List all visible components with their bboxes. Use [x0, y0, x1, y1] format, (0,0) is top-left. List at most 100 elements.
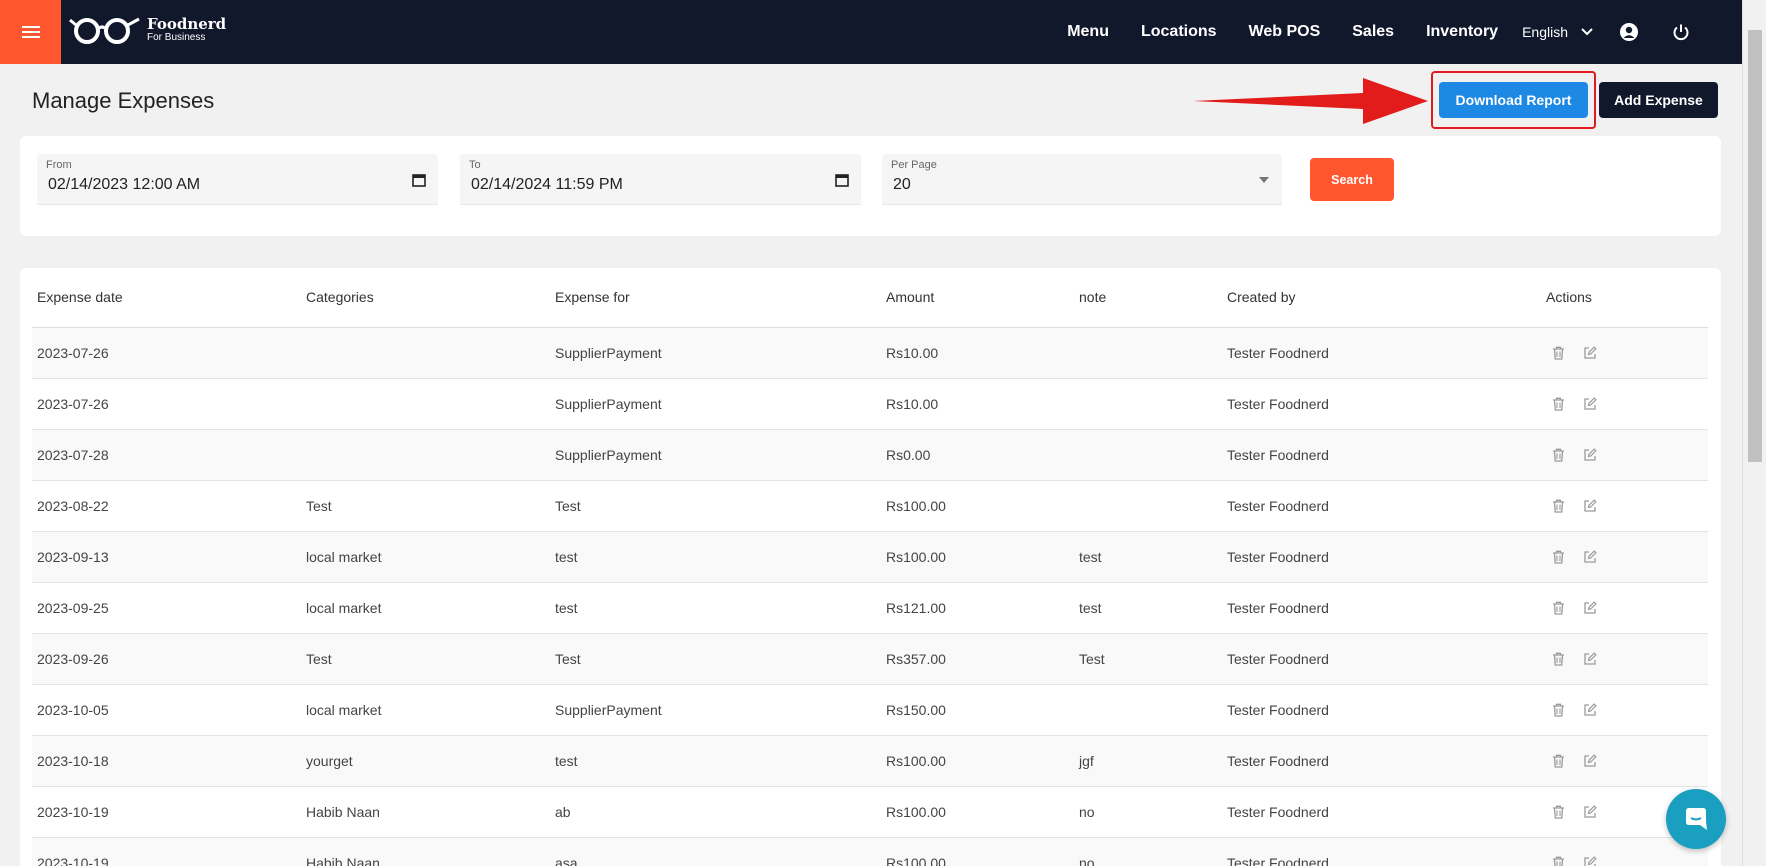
trash-icon: [1552, 856, 1564, 866]
delete-button[interactable]: [1549, 599, 1567, 617]
trash-icon: [1552, 448, 1564, 462]
delete-button[interactable]: [1549, 854, 1567, 866]
header-expense-date[interactable]: Expense date: [32, 268, 301, 328]
edit-button[interactable]: [1581, 650, 1599, 668]
cell-actions: [1541, 327, 1708, 379]
language-selector[interactable]: English: [1522, 24, 1594, 40]
cell-category: [301, 378, 550, 430]
edit-button[interactable]: [1581, 599, 1599, 617]
edit-button[interactable]: [1581, 701, 1599, 719]
cell-actions: [1541, 735, 1708, 787]
cell-expense-for: SupplierPayment: [550, 684, 881, 736]
hamburger-menu-button[interactable]: [0, 0, 61, 64]
cell-created-by: Tester Foodnerd: [1222, 837, 1541, 866]
delete-button[interactable]: [1549, 344, 1567, 362]
header-actions: Actions: [1541, 268, 1708, 328]
nav-inventory[interactable]: Inventory: [1426, 23, 1498, 41]
expenses-table: Expense date Categories Expense for Amou…: [32, 268, 1708, 866]
edit-button[interactable]: [1581, 854, 1599, 866]
edit-button[interactable]: [1581, 395, 1599, 413]
cell-note: [1074, 429, 1222, 481]
edit-button[interactable]: [1581, 344, 1599, 362]
cell-created-by: Tester Foodnerd: [1222, 582, 1541, 634]
delete-button[interactable]: [1549, 395, 1567, 413]
row-actions: [1546, 752, 1708, 770]
cell-expense-for: asa: [550, 837, 881, 866]
cell-created-by: Tester Foodnerd: [1222, 786, 1541, 838]
cell-amount: Rs10.00: [881, 327, 1074, 379]
nav-web-pos[interactable]: Web POS: [1249, 23, 1321, 41]
cell-expense-date: 2023-07-26: [32, 378, 301, 430]
cell-expense-for: ab: [550, 786, 881, 838]
table-row: 2023-07-26 SupplierPayment Rs10.00 Tester F…: [32, 378, 1708, 430]
from-value: 02/14/2023 12:00 AM: [48, 176, 201, 193]
cell-created-by: Tester Foodnerd: [1222, 531, 1541, 583]
to-label: To: [469, 159, 481, 171]
header-expense-for[interactable]: Expense for: [550, 268, 881, 328]
delete-button[interactable]: [1549, 497, 1567, 515]
cell-amount: Rs100.00: [881, 531, 1074, 583]
download-report-button[interactable]: Download Report: [1439, 82, 1588, 118]
delete-button[interactable]: [1549, 752, 1567, 770]
brand-logo[interactable]: Foodnerd For Business: [69, 15, 226, 45]
cell-category: Test: [301, 480, 550, 532]
cell-created-by: Tester Foodnerd: [1222, 378, 1541, 430]
page-scrollbar[interactable]: [1742, 0, 1766, 866]
cell-amount: Rs100.00: [881, 480, 1074, 532]
nav-sales[interactable]: Sales: [1352, 23, 1394, 41]
logout-button[interactable]: [1670, 21, 1692, 43]
search-button[interactable]: Search: [1310, 158, 1394, 201]
delete-button[interactable]: [1549, 548, 1567, 566]
header-created-by[interactable]: Created by: [1222, 268, 1541, 328]
calendar-icon[interactable]: [835, 173, 849, 187]
from-date-field[interactable]: From 02/14/2023 12:00 AM: [37, 154, 438, 205]
add-expense-button[interactable]: Add Expense: [1599, 82, 1718, 118]
cell-created-by: Tester Foodnerd: [1222, 684, 1541, 736]
scrollbar-thumb[interactable]: [1748, 30, 1762, 462]
cell-amount: Rs10.00: [881, 378, 1074, 430]
page-title: Manage Expenses: [32, 88, 215, 113]
cell-amount: Rs357.00: [881, 633, 1074, 685]
delete-button[interactable]: [1549, 701, 1567, 719]
account-button[interactable]: [1618, 21, 1640, 43]
cell-actions: [1541, 633, 1708, 685]
chevron-down-icon: [1581, 28, 1593, 36]
cell-category: local market: [301, 684, 550, 736]
row-actions: [1546, 446, 1708, 464]
cell-expense-for: test: [550, 582, 881, 634]
table-row: 2023-09-26 Test Test Rs357.00 Test Tester Foo…: [32, 633, 1708, 685]
brand-text: Foodnerd For Business: [147, 17, 226, 43]
cell-category: Habib Naan: [301, 786, 550, 838]
delete-button[interactable]: [1549, 803, 1567, 821]
header-amount[interactable]: Amount: [881, 268, 1074, 328]
row-actions: [1546, 395, 1708, 413]
delete-button[interactable]: [1549, 650, 1567, 668]
cell-actions: [1541, 378, 1708, 430]
trash-icon: [1552, 703, 1564, 717]
edit-button[interactable]: [1581, 497, 1599, 515]
cell-expense-date: 2023-10-19: [32, 837, 301, 866]
cell-actions: [1541, 480, 1708, 532]
edit-button[interactable]: [1581, 446, 1599, 464]
cell-created-by: Tester Foodnerd: [1222, 327, 1541, 379]
chat-support-button[interactable]: [1666, 789, 1726, 849]
calendar-icon[interactable]: [412, 173, 426, 187]
delete-button[interactable]: [1549, 446, 1567, 464]
to-date-field[interactable]: To 02/14/2024 11:59 PM: [460, 154, 861, 205]
to-value: 02/14/2024 11:59 PM: [471, 176, 623, 193]
per-page-select[interactable]: Per Page 20: [882, 154, 1282, 205]
nav-menu[interactable]: Menu: [1067, 23, 1109, 41]
trash-icon: [1552, 805, 1564, 819]
edit-button[interactable]: [1581, 803, 1599, 821]
header-note[interactable]: note: [1074, 268, 1222, 328]
edit-button[interactable]: [1581, 548, 1599, 566]
cell-expense-date: 2023-09-26: [32, 633, 301, 685]
per-page-label: Per Page: [891, 159, 937, 171]
table-row: 2023-07-28 SupplierPayment Rs0.00 Tester Fo…: [32, 429, 1708, 481]
edit-icon: [1584, 855, 1597, 866]
cell-actions: [1541, 684, 1708, 736]
header-categories[interactable]: Categories: [301, 268, 550, 328]
edit-button[interactable]: [1581, 752, 1599, 770]
row-actions: [1546, 854, 1708, 866]
nav-locations[interactable]: Locations: [1141, 23, 1217, 41]
